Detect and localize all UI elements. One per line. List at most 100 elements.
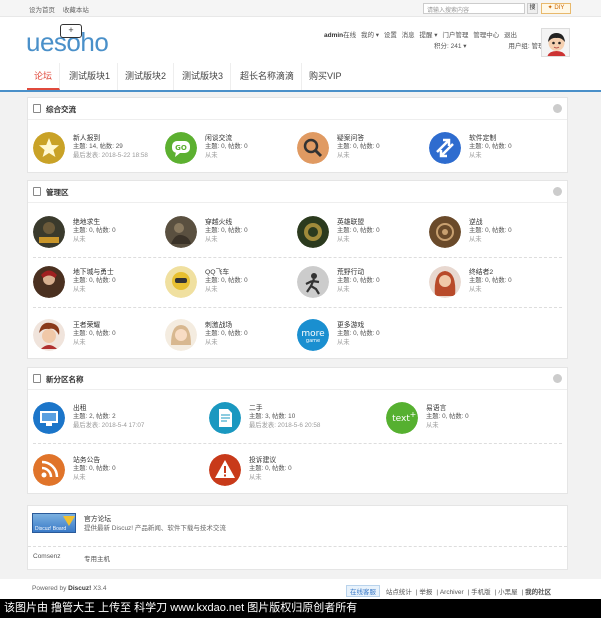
menu-admin-center[interactable]: 管理中心 bbox=[473, 32, 499, 39]
bookmark-link[interactable]: 收藏本站 bbox=[63, 7, 89, 14]
username-link[interactable]: admin bbox=[324, 32, 343, 39]
forum-item[interactable]: 站务公告 主题: 0, 帖数: 0 从未 bbox=[33, 454, 203, 494]
forum-item[interactable]: 地下城与勇士 主题: 0, 帖数: 0 从未 bbox=[33, 266, 163, 306]
banner-text: Discuz! Board bbox=[35, 526, 67, 532]
forum-stats: 主题: 0, 帖数: 0 bbox=[205, 227, 248, 234]
menu-my[interactable]: 我的 ▾ bbox=[361, 32, 379, 39]
forum-item[interactable]: 荒野行动 主题: 0, 帖数: 0 从未 bbox=[297, 266, 427, 306]
forum-stats: 主题: 0, 帖数: 0 bbox=[337, 143, 380, 150]
forum-stats: 主题: 0, 帖数: 0 bbox=[337, 227, 380, 234]
menu-notify[interactable]: 提醒 ▾ bbox=[419, 32, 437, 39]
text-plus-icon[interactable]: text + bbox=[386, 402, 418, 434]
diy-button[interactable]: ✦ DIY bbox=[541, 3, 571, 14]
forum-stats: 主题: 0, 帖数: 0 bbox=[73, 465, 116, 472]
forum-last-post[interactable]: 最后发表: 2018-5-6 20:58 bbox=[249, 420, 320, 429]
footer-link-blackroom[interactable]: 小黑屋 bbox=[498, 589, 518, 596]
heroine-icon[interactable] bbox=[429, 266, 461, 298]
forum-item[interactable]: text + 易语言 主题: 0, 帖数: 0 从未 bbox=[386, 402, 556, 442]
search-input[interactable]: 请输入搜索内容 bbox=[423, 3, 525, 14]
monitor-icon[interactable] bbox=[33, 402, 65, 434]
collapse-icon[interactable] bbox=[553, 374, 562, 383]
comsenz-link[interactable]: Comsenz bbox=[33, 553, 60, 560]
main-nav: 论坛 测试版块1 测试版块2 测试版块3 超长名称滴滴 购买VIP bbox=[0, 63, 601, 92]
nav-item-test3[interactable]: 测试版块3 bbox=[175, 63, 232, 90]
host-link[interactable]: 专用主机 bbox=[84, 553, 110, 563]
forum-item[interactable]: 疑案问答 主题: 0, 帖数: 0 从未 bbox=[297, 132, 427, 172]
forum-item[interactable]: 终结者2 主题: 0, 帖数: 0 从未 bbox=[429, 266, 559, 306]
footer-link-stats[interactable]: 站点统计 bbox=[386, 589, 412, 596]
friendly-links: Discuz! Board 官方论坛 提供最新 Discuz! 产品新闻、软件下… bbox=[27, 505, 568, 570]
collapse-icon[interactable] bbox=[553, 187, 562, 196]
nav-item-buy-vip[interactable]: 购买VIP bbox=[302, 63, 349, 90]
forum-item[interactable]: 穿越火线 主题: 0, 帖数: 0 从未 bbox=[165, 216, 295, 256]
category-title[interactable]: 新分区名称 bbox=[46, 374, 84, 385]
mech-icon[interactable] bbox=[429, 216, 461, 248]
nav-item-test2[interactable]: 测试版块2 bbox=[118, 63, 175, 90]
avatar[interactable] bbox=[541, 28, 570, 57]
forum-item[interactable]: 软件定制 主题: 0, 帖数: 0 从未 bbox=[429, 132, 559, 172]
menu-logout[interactable]: 退出 bbox=[504, 32, 517, 39]
dnf-icon[interactable] bbox=[33, 266, 65, 298]
forum-stats: 主题: 0, 帖数: 0 bbox=[337, 330, 380, 337]
forum-item[interactable]: 新人报到 主题: 14, 帖数: 29 最后发表: 2018-5-22 18:5… bbox=[33, 132, 163, 172]
powered-label: Powered by bbox=[32, 585, 67, 592]
forum-item[interactable]: 出租 主题: 2, 帖数: 2 最后发表: 2018-5-4 17:07 bbox=[33, 402, 203, 442]
chat-go-icon[interactable]: GO bbox=[165, 132, 197, 164]
girl-icon[interactable] bbox=[165, 319, 197, 351]
footer-link-community[interactable]: 我的社区 bbox=[525, 589, 551, 596]
forum-last-post[interactable]: 最后发表: 2018-5-22 18:58 bbox=[73, 150, 148, 159]
set-home-link[interactable]: 设为首页 bbox=[29, 7, 55, 14]
forum-stats: 主题: 0, 帖数: 0 bbox=[249, 465, 292, 472]
forum-stats: 主题: 0, 帖数: 0 bbox=[205, 143, 248, 150]
discuz-banner[interactable]: Discuz! Board bbox=[32, 513, 76, 533]
nav-item-test1[interactable]: 测试版块1 bbox=[62, 63, 119, 90]
rss-icon[interactable] bbox=[33, 454, 65, 486]
forum-item[interactable]: GO 闲谈交流 主题: 0, 帖数: 0 从未 bbox=[165, 132, 295, 172]
forum-stats: 主题: 0, 帖数: 0 bbox=[73, 277, 116, 284]
version-text: X3.4 bbox=[93, 585, 107, 592]
menu-messages[interactable]: 消息 bbox=[402, 32, 415, 39]
lol-icon[interactable] bbox=[297, 216, 329, 248]
star-icon[interactable] bbox=[33, 132, 65, 164]
footer-link-report[interactable]: 举报 bbox=[419, 589, 432, 596]
racer-icon[interactable] bbox=[165, 266, 197, 298]
category-title[interactable]: 综合交流 bbox=[46, 104, 76, 115]
footer-link-archiver[interactable]: Archiver bbox=[440, 589, 464, 596]
forum-item[interactable]: QQ飞车 主题: 0, 帖数: 0 从未 bbox=[165, 266, 295, 306]
forum-last-post: 从未 bbox=[205, 286, 218, 293]
forum-item[interactable]: more game 更多游戏 主题: 0, 帖数: 0 从未 bbox=[297, 319, 427, 359]
links-divider bbox=[28, 546, 567, 547]
more-game-icon[interactable]: more game bbox=[297, 319, 329, 351]
forum-item[interactable]: 刺激战场 主题: 0, 帖数: 0 从未 bbox=[165, 319, 295, 359]
search-button[interactable]: 搜 bbox=[527, 3, 538, 14]
forum-last-post: 从未 bbox=[337, 236, 350, 243]
document-icon[interactable] bbox=[209, 402, 241, 434]
online-service-button[interactable]: 在线客服 bbox=[346, 585, 380, 597]
forum-item[interactable]: 逆战 主题: 0, 帖数: 0 从未 bbox=[429, 216, 559, 256]
forum-item[interactable]: 绝地求生 主题: 0, 帖数: 0 从未 bbox=[33, 216, 163, 256]
forum-item[interactable]: 二手 主题: 3, 帖数: 10 最后发表: 2018-5-6 20:58 bbox=[209, 402, 379, 442]
forum-item[interactable]: 投诉建议 主题: 0, 帖数: 0 从未 bbox=[209, 454, 379, 494]
category-title[interactable]: 管理区 bbox=[46, 187, 69, 198]
runner-icon[interactable] bbox=[297, 266, 329, 298]
forum-item[interactable]: 英雄联盟 主题: 0, 帖数: 0 从未 bbox=[297, 216, 427, 256]
arrows-icon[interactable] bbox=[429, 132, 461, 164]
hero-icon[interactable] bbox=[33, 319, 65, 351]
svg-text:+: + bbox=[410, 410, 417, 419]
points-link[interactable]: 积分: 241 ▾ bbox=[434, 43, 467, 50]
magnifier-icon[interactable] bbox=[297, 132, 329, 164]
nav-item-forum[interactable]: 论坛 bbox=[27, 63, 61, 90]
discuz-link[interactable]: Discuz! bbox=[68, 585, 91, 592]
menu-portal-admin[interactable]: 门户管理 bbox=[442, 32, 468, 39]
soldier-icon[interactable] bbox=[165, 216, 197, 248]
collapse-icon[interactable] bbox=[553, 104, 562, 113]
online-status[interactable]: 在线 bbox=[343, 32, 356, 39]
forum-item[interactable]: 王者荣耀 主题: 0, 帖数: 0 从未 bbox=[33, 319, 163, 359]
nav-item-long-name[interactable]: 超长名称滴滴 bbox=[233, 63, 303, 90]
warning-icon[interactable] bbox=[209, 454, 241, 486]
top-links: 设为首页 收藏本站 bbox=[29, 4, 95, 14]
forum-last-post[interactable]: 最后发表: 2018-5-4 17:07 bbox=[73, 420, 144, 429]
footer-link-mobile[interactable]: 手机版 bbox=[471, 589, 491, 596]
menu-settings[interactable]: 设置 bbox=[384, 32, 397, 39]
pubg-icon[interactable] bbox=[33, 216, 65, 248]
